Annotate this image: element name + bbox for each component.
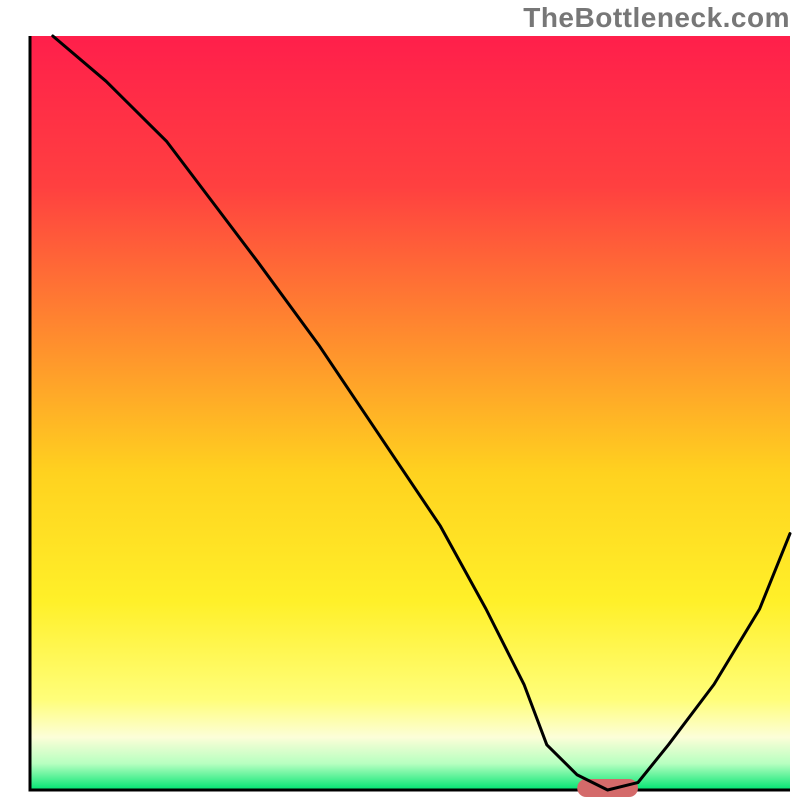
gradient-background (30, 36, 790, 790)
optimal-marker (577, 779, 638, 797)
watermark-label: TheBottleneck.com (523, 2, 790, 34)
bottleneck-chart (0, 0, 800, 800)
chart-frame: TheBottleneck.com (0, 0, 800, 800)
